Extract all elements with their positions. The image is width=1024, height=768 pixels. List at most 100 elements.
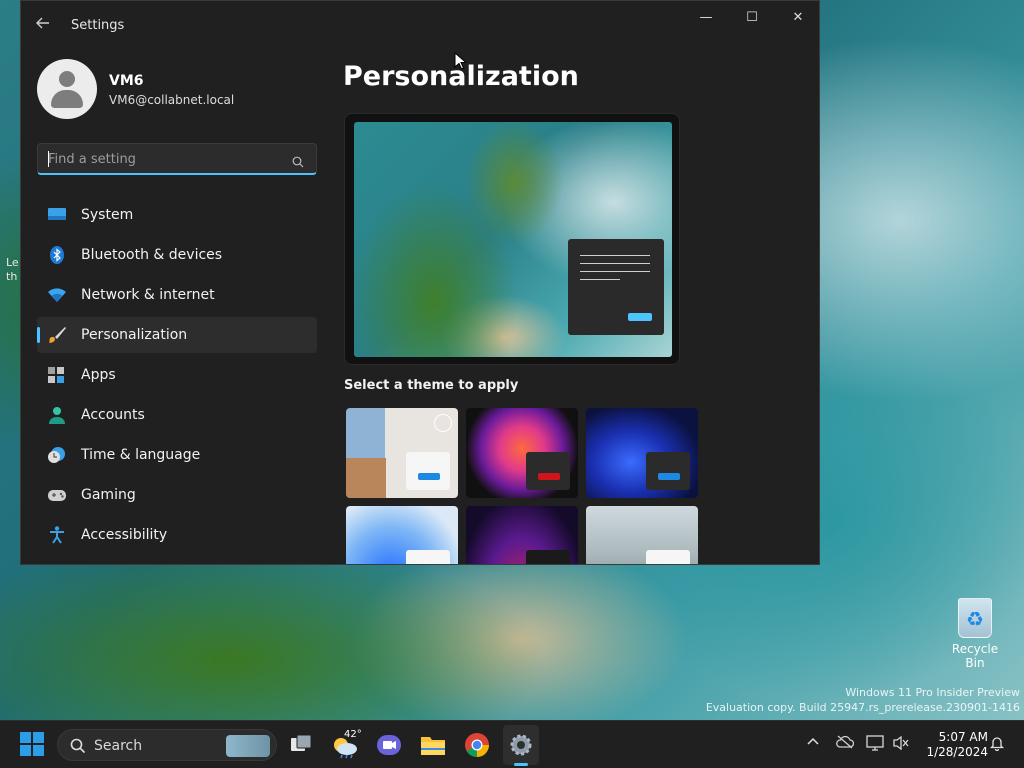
accessibility-icon [47,526,67,544]
close-button[interactable]: ✕ [775,7,819,29]
mock-text-line [580,279,620,280]
theme-accent-swatch [538,473,560,480]
recycle-bin-label: Recycle Bin [951,642,999,670]
desktop-background-preview [354,122,672,357]
search-icon [70,738,86,758]
clock-date: 1/28/2024 [926,745,988,759]
accounts-icon [47,406,67,424]
watermark-line-1: Windows 11 Pro Insider Preview [845,686,1020,699]
chat-teams-icon[interactable] [375,731,403,759]
file-explorer-icon[interactable] [419,731,447,759]
theme-window-chip [646,452,690,490]
chrome-browser-icon[interactable] [463,731,491,759]
theme-preview [344,113,680,365]
title-bar[interactable]: Settings — ☐ ✕ [21,1,819,49]
text-caret [48,151,49,167]
desktop-left-text: Le th [6,256,19,284]
sidebar-item-label: Accounts [81,407,145,423]
wifi-icon [47,286,67,304]
weather-temperature: 42° [344,729,362,740]
user-name: VM6 [109,73,144,89]
sidebar-item-bluetooth[interactable]: Bluetooth & devices [37,237,317,273]
sidebar-item-accounts[interactable]: Accounts [37,397,317,433]
taskbar-search-label: Search [94,738,143,754]
sidebar-item-apps[interactable]: Apps [37,357,317,393]
gamepad-icon [47,486,67,504]
apps-icon [47,366,67,384]
sidebar-item-label: Apps [81,367,116,383]
maximize-button[interactable]: ☐ [729,7,775,29]
minimize-button[interactable]: — [683,7,729,29]
user-profile[interactable]: VM6 VM6@collabnet.local [37,59,317,119]
mock-accent-button [628,313,652,321]
theme-window-chip [406,452,450,490]
search-placeholder: Find a setting [48,152,136,167]
window-title: Settings [71,18,125,33]
theme-window-chip [646,550,690,564]
sidebar-item-label: System [81,207,134,223]
sidebar-item-accessibility[interactable]: Accessibility [37,517,317,553]
volume-muted-icon[interactable] [892,735,910,753]
flow-theme[interactable] [586,506,698,564]
search-icon[interactable] [292,153,304,168]
notification-bell-icon[interactable] [989,735,1007,753]
desktop-left-text-line: th [6,270,18,283]
sidebar-item-time-language[interactable]: Time & language [37,437,317,473]
glow-theme[interactable] [466,408,578,498]
onedrive-cloud-icon[interactable] [836,735,855,753]
search-highlight-icon [226,735,270,757]
spotlight-badge-icon [434,414,452,432]
clock-globe-icon [47,446,67,464]
start-windows-icon[interactable] [19,731,47,759]
active-app-indicator [514,763,528,766]
sidebar-item-label: Personalization [81,327,188,343]
mouse-cursor-icon [454,52,466,70]
preview-window-mock [568,239,664,335]
theme-accent-swatch [658,473,680,480]
sidebar-item-label: Network & internet [81,287,215,303]
show-hidden-icons-chevron-icon[interactable] [806,735,824,753]
taskbar: Search 42° 5:07 AM 1/28/2024 [0,720,1024,768]
task-view-icon[interactable] [288,731,316,759]
brush-icon [47,326,67,344]
dark-bloom-theme[interactable] [586,408,698,498]
theme-window-chip [406,550,450,564]
avatar-head [59,71,75,87]
mock-text-line [580,271,650,272]
back-arrow-icon[interactable] [35,15,55,35]
avatar-body [51,90,83,108]
sidebar-item-personalization[interactable]: Personalization [37,317,317,353]
sidebar-item-gaming[interactable]: Gaming [37,477,317,513]
settings-window: Settings — ☐ ✕ VM6 VM6@collabnet.local F… [20,0,820,565]
mock-text-line [580,255,650,256]
sidebar-nav: System Bluetooth & devices Network & int… [37,197,317,557]
theme-section-label: Select a theme to apply [344,378,519,393]
mock-text-line [580,263,650,264]
network-display-icon[interactable] [866,735,884,753]
light-bloom-theme[interactable] [346,506,458,564]
watermark-line-2: Evaluation copy. Build 25947.rs_prerelea… [705,701,1020,714]
captured-motion-theme[interactable] [466,506,578,564]
system-icon [47,206,67,224]
sidebar-item-label: Gaming [81,487,136,503]
theme-window-chip [526,452,570,490]
avatar[interactable] [37,59,97,119]
theme-window-chip [526,550,570,564]
recycle-bin[interactable]: Recycle Bin [944,598,1006,670]
sidebar-item-label: Bluetooth & devices [81,247,223,263]
taskbar-search[interactable]: Search [57,729,277,761]
system-clock[interactable]: 5:07 AM 1/28/2024 [918,730,988,760]
settings-gear-icon[interactable] [507,731,535,759]
spotlight-theme[interactable] [346,408,458,498]
theme-accent-swatch [418,473,440,480]
sidebar-item-network[interactable]: Network & internet [37,277,317,313]
spotlight-theme-art [346,458,386,498]
user-email: VM6@collabnet.local [109,93,235,107]
bluetooth-icon [47,246,67,264]
sidebar-item-system[interactable]: System [37,197,317,233]
sidebar-item-label: Time & language [81,447,201,463]
sidebar-item-label: Accessibility [81,527,168,543]
desktop-left-text-line: Le [6,256,19,269]
recycle-bin-icon [958,598,992,638]
search-input[interactable]: Find a setting [37,143,317,175]
